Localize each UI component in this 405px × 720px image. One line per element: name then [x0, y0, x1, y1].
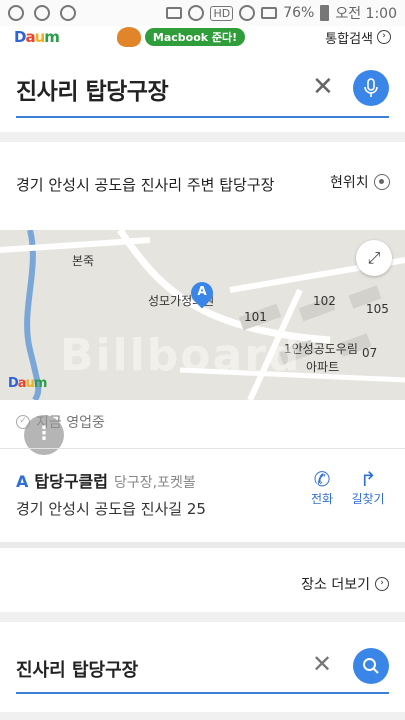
search-input[interactable]: 진사리 탑당구장 — [16, 72, 169, 106]
call-button[interactable]: ✆ 전화 — [302, 468, 342, 507]
watermark: Billboard — [60, 330, 302, 381]
arrow-right-icon: › — [377, 30, 391, 44]
ad-text: Macbook 준다! — [144, 28, 246, 46]
mic-icon — [364, 78, 378, 97]
expand-icon: ⤢ — [367, 248, 381, 267]
call-label: 전화 — [310, 492, 334, 506]
integrated-search-label: 통합검색 — [325, 31, 373, 47]
search-underline — [16, 116, 389, 118]
map-label: 아파트 — [306, 360, 340, 374]
search-underline — [16, 692, 389, 694]
phone-icon: ✆ — [313, 467, 331, 491]
current-location-button[interactable]: 현위치 — [330, 172, 390, 192]
more-options-button[interactable]: ⋮ — [24, 415, 64, 455]
more-places-label: 장소 더보기 — [301, 577, 370, 593]
message-icon — [60, 5, 76, 21]
bottom-search-bar: 진사리 탑당구장 ✕ — [0, 622, 405, 712]
wifi-icon — [239, 5, 256, 21]
directions-icon: ↱ — [359, 467, 377, 491]
place-category: 당구장,포켓볼 — [114, 475, 196, 491]
directions-button[interactable]: ↱ 길찾기 — [348, 468, 388, 507]
search-icon — [363, 658, 379, 674]
alarm-icon — [188, 5, 205, 21]
divider — [0, 542, 405, 548]
map-label: 07 — [362, 346, 378, 360]
current-location-label: 현위치 — [330, 175, 369, 191]
map-label: 102 — [313, 294, 336, 308]
ad-banner[interactable]: Macbook 준다! — [116, 27, 246, 47]
place-address: 경기 안성시 공도읍 진사길 25 — [16, 500, 206, 518]
hd-badge: HD — [210, 5, 234, 21]
integrated-search-link[interactable]: 통합검색 › — [325, 28, 391, 47]
signal-icon — [261, 7, 278, 19]
search-bar: 진사리 탑당구장 ✕ — [0, 48, 405, 132]
map-daum-logo: Daum — [8, 376, 47, 391]
bottom-search-input[interactable]: 진사리 탑당구장 — [16, 656, 138, 682]
notification-icon — [8, 5, 24, 21]
arrow-right-icon: › — [375, 577, 389, 591]
place-name: 탑당구클럽 — [34, 472, 108, 491]
mute-icon — [166, 7, 183, 19]
battery-percent: 76% — [283, 5, 315, 21]
ad-character-icon — [116, 27, 141, 47]
clear-icon[interactable]: ✕ — [312, 652, 332, 676]
more-places-link[interactable]: 장소 더보기 › — [301, 574, 389, 594]
voice-search-button[interactable] — [353, 70, 389, 106]
clock: 오전 1:00 — [335, 6, 397, 22]
map-label: 105 — [366, 302, 389, 316]
tools-icon — [34, 5, 50, 21]
map-label: 본죽 — [72, 254, 95, 268]
expand-map-button[interactable]: ⤢ — [356, 240, 392, 276]
divider — [0, 448, 405, 449]
top-header: Daum Macbook 준다! 통합검색 › — [0, 26, 405, 48]
pin-letter: A — [197, 284, 207, 298]
daum-logo[interactable]: Daum — [14, 28, 60, 46]
map-label: 101 — [244, 310, 267, 324]
area-title: 경기 안성시 공도읍 진사리 주변 탑당구장 — [16, 176, 275, 194]
clear-icon[interactable]: ✕ — [312, 74, 334, 100]
place-title-row[interactable]: A 탑당구클럽 당구장,포켓볼 — [16, 468, 196, 492]
search-button[interactable] — [353, 648, 389, 684]
battery-icon — [320, 5, 330, 21]
directions-label: 길찾기 — [351, 492, 385, 506]
place-letter: A — [16, 472, 29, 491]
status-bar: HD 76% 오전 1:00 — [0, 0, 405, 26]
target-icon — [373, 174, 390, 190]
